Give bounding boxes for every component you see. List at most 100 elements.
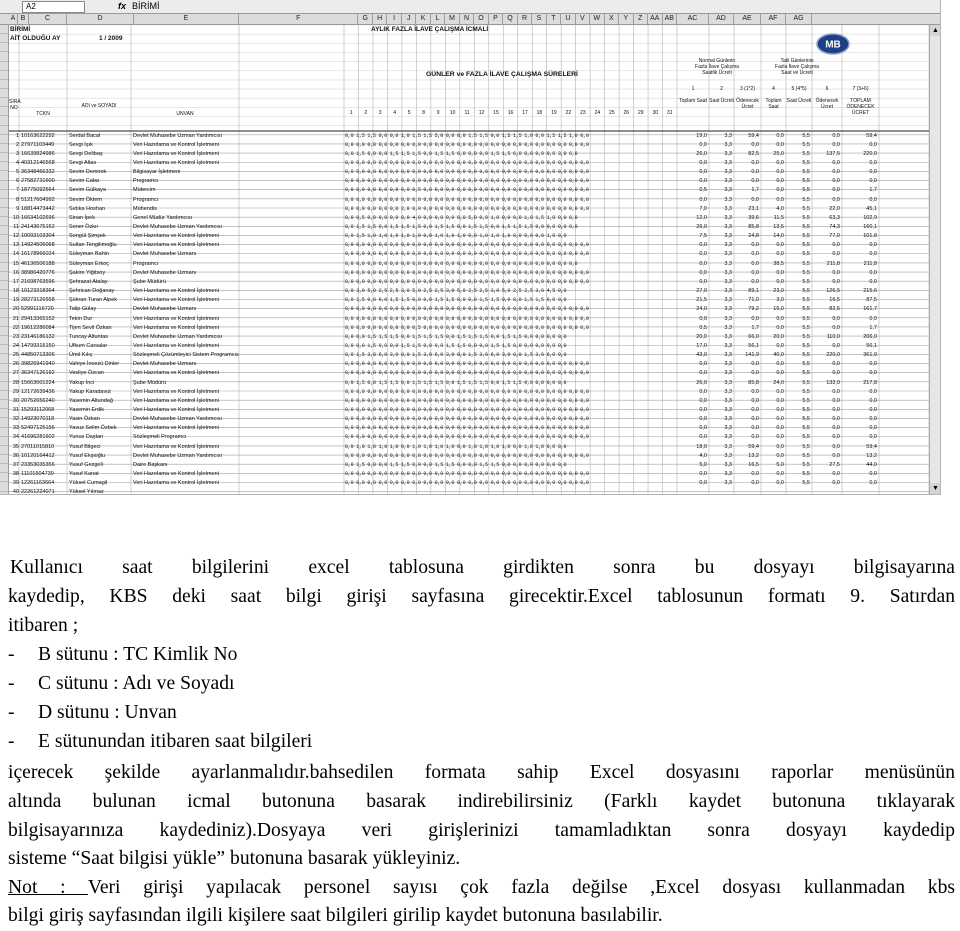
cell-no[interactable]: 33	[9, 424, 19, 433]
cell-no[interactable]: 23	[9, 333, 19, 342]
cell-grand-total[interactable]: 1,7	[842, 324, 877, 333]
cell-name[interactable]: Ümit Kılıç	[69, 351, 131, 360]
cell-name[interactable]: Şehrazat Atalay	[69, 278, 131, 287]
cell-no[interactable]: 10	[9, 214, 19, 223]
cell-no[interactable]: 14	[9, 250, 19, 259]
cell-holiday-rate[interactable]: 5,5	[786, 214, 810, 223]
vertical-scrollbar[interactable]: ▲ ▼	[929, 25, 940, 494]
cell-hours[interactable]: 0,0 0,0 0,0 0,0 0,0 0,0 0,0 0,0 0,0 0,0 …	[345, 141, 676, 150]
table-row[interactable]: 10 16634102696 Sinan İpek Genel Müdür Yardı…	[9, 214, 940, 223]
cell-title[interactable]: Devlet Muhasebe Uzmanı	[133, 360, 239, 369]
column-header-ad[interactable]: AD	[709, 14, 734, 24]
cell-total-hours[interactable]: 0,0	[677, 315, 707, 324]
table-row[interactable]: 7 18775092564 Sevim Gülkaya Mütercim 0,0 0,0…	[9, 186, 940, 195]
cell-name[interactable]: Sevim Demirok	[69, 168, 131, 177]
cell-hours[interactable]: 0,0 1,5 1,5 0,0 0,0 1,0 1,5 1,5 5,0 0,0 …	[345, 132, 676, 141]
cell-tckn[interactable]: 14923070118	[21, 415, 67, 424]
cell-title[interactable]: Veri Hazırlama ve Kontrol İşletmeni	[133, 159, 239, 168]
cell-holiday-payment[interactable]: 0,0	[812, 479, 840, 488]
table-row[interactable]: 15 46136506188 Süleyman Erkoç Programcı 0,0 …	[9, 260, 940, 269]
cell-name[interactable]: Songül Şimşek	[69, 232, 131, 241]
cell-payment[interactable]: 0,0	[734, 470, 759, 479]
cell-total-hours[interactable]: 0,0	[677, 470, 707, 479]
column-header-a[interactable]: A	[9, 14, 18, 24]
cell-hour-rate[interactable]: 3,3	[709, 406, 732, 415]
cell-title[interactable]: Şube Müdürü	[133, 379, 239, 388]
row-header[interactable]	[0, 318, 8, 327]
cell-name[interactable]: Şehrican Doğanay	[69, 287, 131, 296]
column-header-x[interactable]: X	[605, 14, 620, 24]
cell-payment[interactable]: 1,7	[734, 324, 759, 333]
cell-hour-rate[interactable]: 3,3	[709, 424, 732, 433]
table-row[interactable]: 39 12261163664 Yüksel Cumagil Veri Hazırlam…	[9, 479, 940, 488]
cell-grand-total[interactable]: 160,1	[842, 223, 877, 232]
cell-name[interactable]: Vesliye Özcan	[69, 369, 131, 378]
cell-total-hours[interactable]: 0,0	[677, 141, 707, 150]
cell-payment[interactable]: 0,0	[734, 397, 759, 406]
worksheet-grid[interactable]: BİRİMİ AİT OLDUĞU AY 1 / 2009 AYLIK FAZL…	[9, 25, 940, 494]
cell-payment[interactable]: 23,1	[734, 205, 759, 214]
cell-name[interactable]: Sevgi Işık	[69, 141, 131, 150]
cell-hours[interactable]: 0,0 0,0 0,0 0,0 0,0 0,0 0,0 0,0 0,0 0,0 …	[345, 241, 676, 250]
cell-title[interactable]: Veri Hazırlama ve Kontrol İşletmeni	[133, 369, 239, 378]
cell-name[interactable]: Sinan İpek	[69, 214, 131, 223]
cell-payment[interactable]: 0,0	[734, 196, 759, 205]
cell-holiday-payment[interactable]: 0,0	[812, 406, 840, 415]
cell-hour-rate[interactable]: 3,3	[709, 132, 732, 141]
cell-payment[interactable]: 0,0	[734, 269, 759, 278]
table-row[interactable]: 26 39826941940 Vahiye İncezü Dinler Devlet …	[9, 360, 940, 369]
table-row[interactable]: 18 10123318364 Şehrican Doğanay Veri Hazırl…	[9, 287, 940, 296]
cell-hour-rate[interactable]: 3,3	[709, 433, 732, 442]
column-header-l[interactable]: L	[431, 14, 446, 24]
cell-tckn[interactable]: 15293112068	[21, 406, 67, 415]
cell-holiday-payment[interactable]: 137,5	[812, 150, 840, 159]
cell-holiday-payment[interactable]: 0,0	[812, 168, 840, 177]
table-row[interactable]: 34 41696281602 Yunus Daştan Sözleşmeli Prog…	[9, 433, 940, 442]
cell-title[interactable]: Veri Hazırlama ve Kontrol İşletmeni	[133, 241, 239, 250]
cell-grand-total[interactable]: 0,0	[842, 250, 877, 259]
cell-tckn[interactable]: 15663001224	[21, 379, 67, 388]
cell-hour-rate[interactable]: 3,3	[709, 205, 732, 214]
cell-holiday-hours[interactable]: 0,0	[761, 241, 784, 250]
cell-holiday-hours[interactable]: 40,0	[761, 351, 784, 360]
cell-no[interactable]: 6	[9, 177, 19, 186]
cell-holiday-payment[interactable]: 0,0	[812, 443, 840, 452]
cell-holiday-rate[interactable]: 5,5	[786, 406, 810, 415]
cell-name[interactable]: Sevgi Delibaş	[69, 150, 131, 159]
cell-total-hours[interactable]: 0,0	[677, 360, 707, 369]
column-header-z[interactable]: Z	[634, 14, 649, 24]
cell-name[interactable]: Yakup İnci	[69, 379, 131, 388]
cell-tckn[interactable]: 12261163664	[21, 479, 67, 488]
cell-title[interactable]: Devlet Muhasebe Uzmanı	[133, 269, 239, 278]
cell-holiday-payment[interactable]: 0,0	[812, 269, 840, 278]
cell-grand-total[interactable]: 44,0	[842, 461, 877, 470]
cell-payment[interactable]: 0,0	[734, 278, 759, 287]
column-header-y[interactable]: Y	[619, 14, 634, 24]
column-header-c[interactable]: C	[29, 14, 67, 24]
cell-holiday-payment[interactable]: 16,5	[812, 296, 840, 305]
cell-holiday-rate[interactable]: 5,5	[786, 250, 810, 259]
row-header[interactable]	[0, 327, 8, 337]
cell-holiday-rate[interactable]: 5,5	[786, 305, 810, 314]
cell-hour-rate[interactable]: 3,3	[709, 223, 732, 232]
row-header[interactable]	[0, 290, 8, 300]
cell-total-hours[interactable]: 20,0	[677, 333, 707, 342]
table-row[interactable]: 24 14799315150 Ufkum Carsalar Veri Hazırlam…	[9, 342, 940, 351]
cell-hours[interactable]: 0,0 1,5 0,0 1,5 1,5 0,0 1,5 1,5 1,5 0,0 …	[345, 379, 676, 388]
cell-hour-rate[interactable]: 3,3	[709, 186, 732, 195]
cell-hours[interactable]: 0,0 0,0 1,5 0,0 0,0 1,5 1,5 0,0 0,0 1,5 …	[345, 342, 676, 351]
cell-grand-total[interactable]: 0,0	[842, 470, 877, 479]
cell-holiday-payment[interactable]: 0,0	[812, 278, 840, 287]
cell-total-hours[interactable]: 21,5	[677, 296, 707, 305]
cell-total-hours[interactable]: 26,0	[677, 150, 707, 159]
cell-hour-rate[interactable]: 3,3	[709, 315, 732, 324]
cell-holiday-rate[interactable]: 5,5	[786, 159, 810, 168]
cell-grand-total[interactable]: 0,0	[842, 479, 877, 488]
cell-holiday-rate[interactable]: 5,5	[786, 461, 810, 470]
cell-tckn[interactable]: 46136506188	[21, 260, 67, 269]
cell-grand-total[interactable]: 215,6	[842, 287, 877, 296]
cell-total-hours[interactable]: 7,0	[677, 205, 707, 214]
cell-holiday-rate[interactable]: 5,5	[786, 388, 810, 397]
cell-payment[interactable]: 0,0	[734, 388, 759, 397]
cell-hour-rate[interactable]: 3,3	[709, 196, 732, 205]
